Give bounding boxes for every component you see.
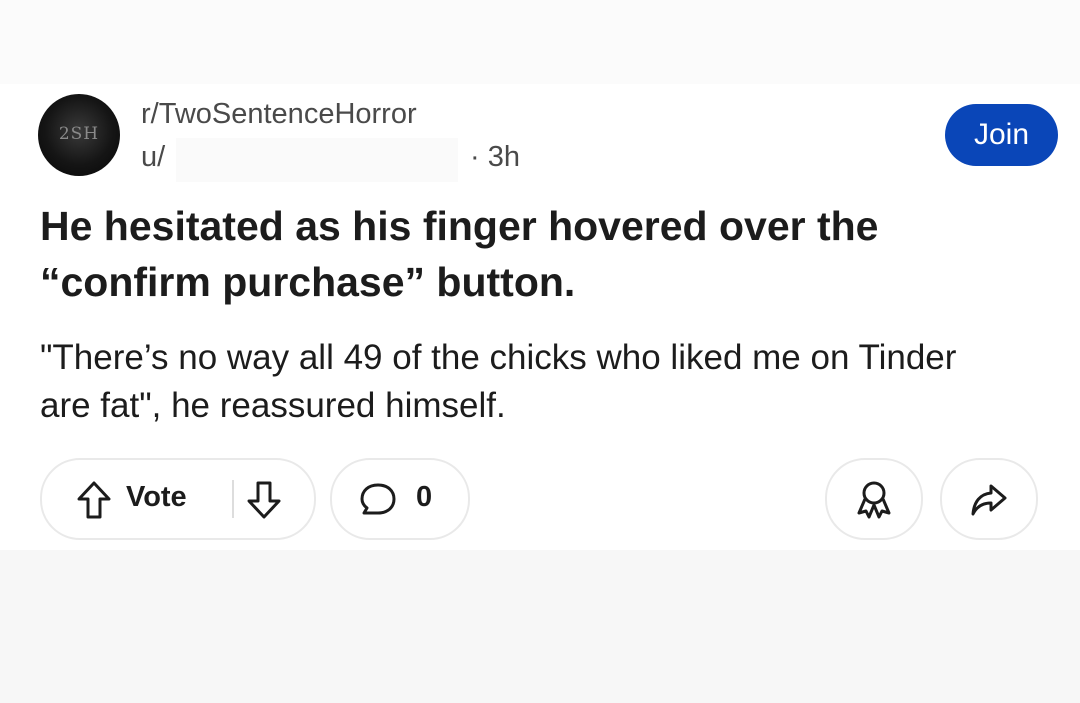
avatar-logo-text: 2SH	[58, 124, 100, 144]
post-time: · 3h	[470, 141, 520, 173]
downvote-icon[interactable]	[246, 480, 282, 520]
vote-divider	[232, 480, 234, 518]
comment-icon	[360, 483, 396, 515]
comment-button[interactable]	[330, 458, 470, 540]
top-band	[0, 0, 1080, 84]
vote-label: Vote	[126, 481, 187, 513]
bottom-area	[0, 550, 1080, 703]
subreddit-avatar[interactable]: 2SH	[38, 94, 120, 176]
subreddit-name[interactable]: r/TwoSentenceHorror	[141, 98, 417, 131]
redacted-username	[176, 138, 458, 182]
comment-count: 0	[416, 481, 433, 513]
username-prefix[interactable]: u/	[141, 141, 165, 174]
share-icon	[971, 484, 1007, 516]
join-button[interactable]: Join	[945, 104, 1058, 166]
post-title[interactable]: He hesitated as his finger hovered over …	[40, 198, 1000, 310]
award-icon	[857, 481, 891, 519]
post-body[interactable]: "There’s no way all 49 of the chicks who…	[40, 334, 1000, 430]
upvote-icon[interactable]	[76, 480, 112, 520]
